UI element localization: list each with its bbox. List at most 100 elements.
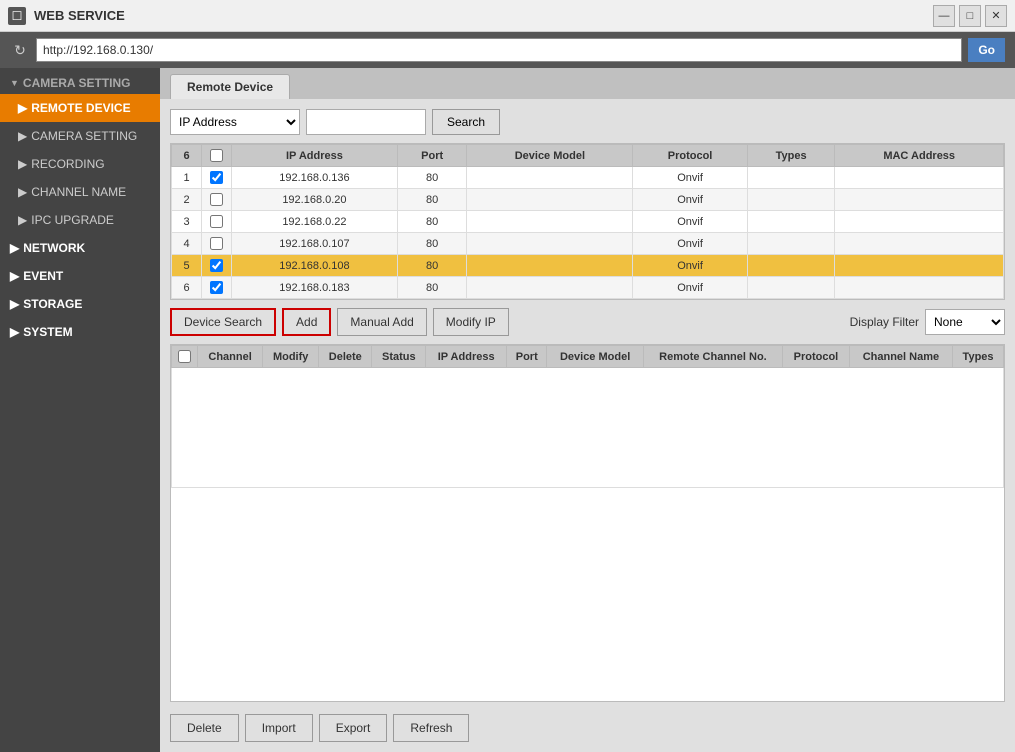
add-button[interactable]: Add bbox=[282, 308, 331, 336]
device-search-button[interactable]: Device Search bbox=[170, 308, 276, 336]
row-ip: 192.168.0.20 bbox=[232, 189, 398, 211]
lower-table-container: Channel Modify Delete Status IP Address … bbox=[170, 344, 1005, 702]
lower-select-all[interactable] bbox=[178, 350, 191, 363]
sidebar-item-label: CAMERA SETTING bbox=[31, 129, 137, 143]
search-button[interactable]: Search bbox=[432, 109, 500, 135]
row-model bbox=[467, 167, 633, 189]
row-checkbox[interactable] bbox=[210, 193, 223, 206]
lth-types: Types bbox=[953, 346, 1004, 368]
modify-ip-button[interactable]: Modify IP bbox=[433, 308, 509, 336]
row-checkbox-cell[interactable] bbox=[202, 277, 232, 299]
row-mac bbox=[835, 189, 1004, 211]
refresh-button[interactable]: Refresh bbox=[393, 714, 469, 742]
lth-port: Port bbox=[507, 346, 547, 368]
sidebar-item-label: RECORDING bbox=[31, 157, 104, 171]
filter-select[interactable]: IP Address Name MAC bbox=[170, 109, 300, 135]
tab-remote-device[interactable]: Remote Device bbox=[170, 74, 290, 99]
th-num: 6 bbox=[172, 145, 202, 167]
row-protocol: Onvif bbox=[633, 189, 748, 211]
row-ip: 192.168.0.22 bbox=[232, 211, 398, 233]
table-row[interactable]: 1 192.168.0.136 80 Onvif bbox=[172, 167, 1004, 189]
row-checkbox-cell[interactable] bbox=[202, 167, 232, 189]
minimize-button[interactable]: — bbox=[933, 5, 955, 27]
sidebar-item-system[interactable]: ▶ SYSTEM bbox=[0, 318, 160, 346]
sidebar-arrow-icon: ▶ bbox=[18, 185, 27, 199]
sidebar-arrow-icon: ▶ bbox=[18, 213, 27, 227]
sidebar-item-label: STORAGE bbox=[23, 297, 82, 311]
sidebar-item-camera-setting[interactable]: ▶ CAMERA SETTING bbox=[0, 122, 160, 150]
manual-add-button[interactable]: Manual Add bbox=[337, 308, 426, 336]
row-checkbox[interactable] bbox=[210, 281, 223, 294]
device-table-container: 6 IP Address Port Device Model Protocol … bbox=[170, 143, 1005, 300]
row-num: 2 bbox=[172, 189, 202, 211]
bottom-row: Delete Import Export Refresh bbox=[170, 710, 1005, 742]
row-checkbox-cell[interactable] bbox=[202, 255, 232, 277]
sidebar-item-recording[interactable]: ▶ RECORDING bbox=[0, 150, 160, 178]
search-bar: IP Address Name MAC Search bbox=[170, 109, 1005, 135]
search-input[interactable] bbox=[306, 109, 426, 135]
refresh-icon[interactable]: ↻ bbox=[10, 40, 30, 60]
row-checkbox-cell[interactable] bbox=[202, 233, 232, 255]
sidebar-item-label: CHANNEL NAME bbox=[31, 185, 126, 199]
row-model bbox=[467, 277, 633, 299]
app-title: WEB SERVICE bbox=[34, 8, 933, 23]
sidebar-item-network[interactable]: ▶ NETWORK bbox=[0, 234, 160, 262]
row-mac bbox=[835, 233, 1004, 255]
lth-modify: Modify bbox=[263, 346, 319, 368]
th-types: Types bbox=[747, 145, 835, 167]
sidebar-arrow-icon: ▶ bbox=[18, 101, 27, 115]
lth-ip: IP Address bbox=[426, 346, 507, 368]
display-filter-select[interactable]: None Online Offline bbox=[925, 309, 1005, 335]
row-checkbox[interactable] bbox=[210, 237, 223, 250]
row-checkbox-cell[interactable] bbox=[202, 211, 232, 233]
row-checkbox[interactable] bbox=[210, 171, 223, 184]
sidebar-item-storage[interactable]: ▶ STORAGE bbox=[0, 290, 160, 318]
table-row[interactable]: 6 192.168.0.183 80 Onvif bbox=[172, 277, 1004, 299]
delete-button[interactable]: Delete bbox=[170, 714, 239, 742]
sidebar-item-remote-device[interactable]: ▶ REMOTE DEVICE bbox=[0, 94, 160, 122]
sidebar-section-camera: ▼ CAMERA SETTING bbox=[0, 68, 160, 94]
row-checkbox[interactable] bbox=[210, 259, 223, 272]
sidebar-item-channel-name[interactable]: ▶ CHANNEL NAME bbox=[0, 178, 160, 206]
table-row[interactable]: 4 192.168.0.107 80 Onvif bbox=[172, 233, 1004, 255]
sidebar-arrow-icon: ▶ bbox=[18, 129, 27, 143]
row-checkbox[interactable] bbox=[210, 215, 223, 228]
select-all-checkbox[interactable] bbox=[210, 149, 223, 162]
import-button[interactable]: Import bbox=[245, 714, 313, 742]
sidebar-arrow-icon: ▶ bbox=[18, 157, 27, 171]
addressbar: ↻ Go bbox=[0, 32, 1015, 68]
table-row[interactable]: 3 192.168.0.22 80 Onvif bbox=[172, 211, 1004, 233]
go-button[interactable]: Go bbox=[968, 38, 1005, 62]
titlebar: ☐ WEB SERVICE — □ ✕ bbox=[0, 0, 1015, 32]
lth-protocol: Protocol bbox=[783, 346, 850, 368]
table-row[interactable]: 2 192.168.0.20 80 Onvif bbox=[172, 189, 1004, 211]
lower-table: Channel Modify Delete Status IP Address … bbox=[171, 345, 1004, 488]
table-row[interactable]: 5 192.168.0.108 80 Onvif bbox=[172, 255, 1004, 277]
sidebar-arrow-icon: ▶ bbox=[10, 269, 19, 283]
lth-check bbox=[172, 346, 198, 368]
row-port: 80 bbox=[397, 167, 467, 189]
sidebar-arrow-icon: ▶ bbox=[10, 297, 19, 311]
row-protocol: Onvif bbox=[633, 167, 748, 189]
lth-remote-channel: Remote Channel No. bbox=[643, 346, 782, 368]
maximize-button[interactable]: □ bbox=[959, 5, 981, 27]
export-button[interactable]: Export bbox=[319, 714, 388, 742]
sidebar-item-ipc-upgrade[interactable]: ▶ IPC UPGRADE bbox=[0, 206, 160, 234]
row-types bbox=[747, 233, 835, 255]
row-num: 5 bbox=[172, 255, 202, 277]
row-port: 80 bbox=[397, 211, 467, 233]
url-input[interactable] bbox=[36, 38, 962, 62]
row-checkbox-cell[interactable] bbox=[202, 189, 232, 211]
row-protocol: Onvif bbox=[633, 211, 748, 233]
row-num: 4 bbox=[172, 233, 202, 255]
sidebar-item-event[interactable]: ▶ EVENT bbox=[0, 262, 160, 290]
row-ip: 192.168.0.136 bbox=[232, 167, 398, 189]
panel-content: IP Address Name MAC Search 6 bbox=[160, 99, 1015, 752]
th-port: Port bbox=[397, 145, 467, 167]
sidebar-item-label: IPC UPGRADE bbox=[31, 213, 114, 227]
close-button[interactable]: ✕ bbox=[985, 5, 1007, 27]
main-layout: ▼ CAMERA SETTING ▶ REMOTE DEVICE ▶ CAMER… bbox=[0, 68, 1015, 752]
th-model: Device Model bbox=[467, 145, 633, 167]
lth-delete: Delete bbox=[319, 346, 372, 368]
row-ip: 192.168.0.107 bbox=[232, 233, 398, 255]
